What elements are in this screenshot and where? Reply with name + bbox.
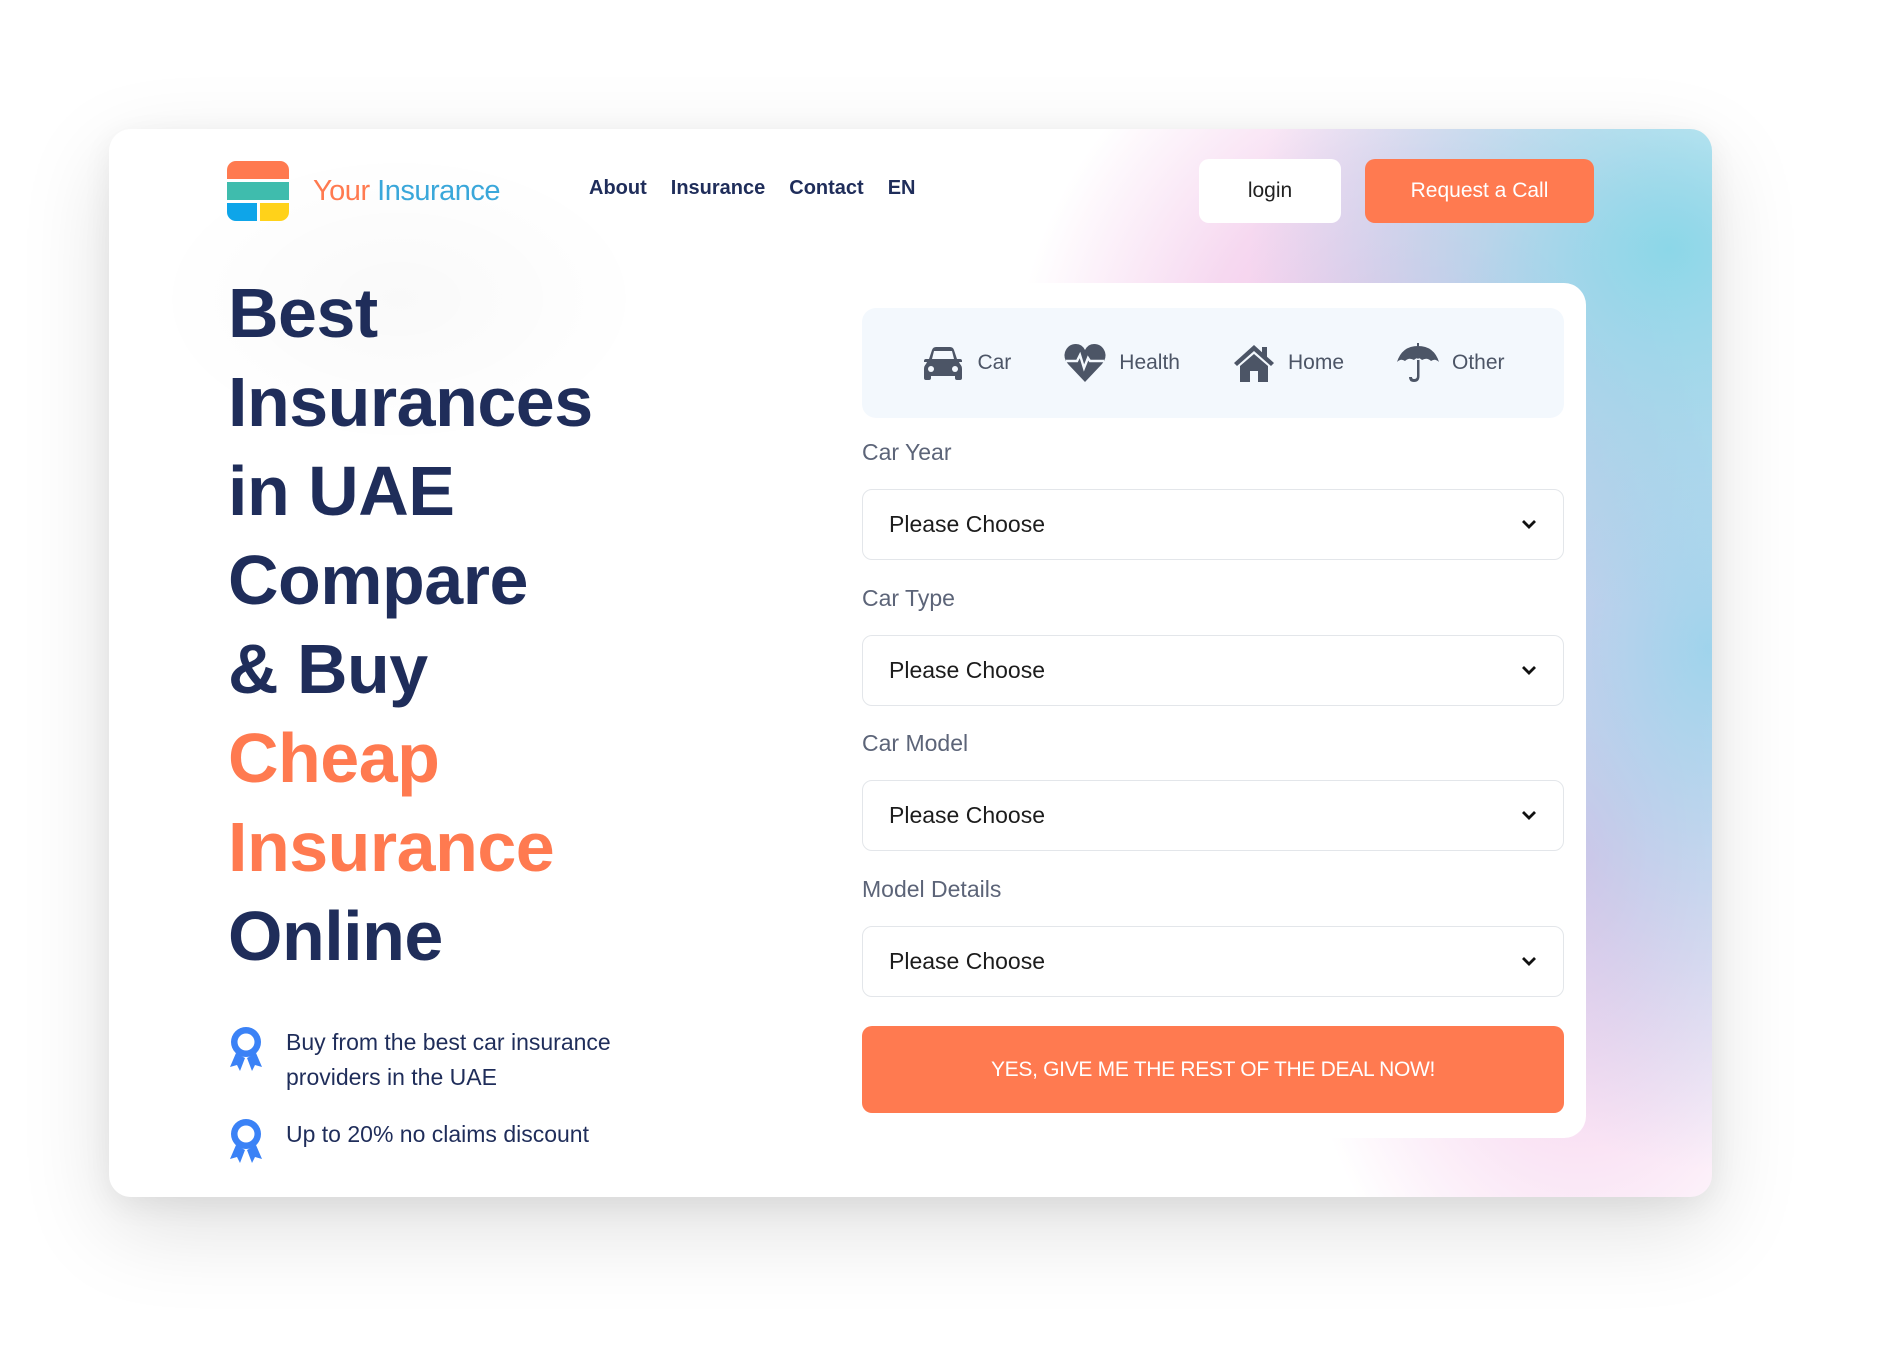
tab-other-label: Other [1452,351,1505,374]
award-ribbon-icon [230,1119,262,1163]
chevron-down-icon [1522,666,1536,675]
nav-insurance[interactable]: Insurance [671,177,765,200]
benefit-text: Buy from the best car insurance provider… [286,1029,611,1090]
car-year-field: Car Year Please Choose [862,439,1564,560]
car-type-label: Car Type [862,585,955,611]
tab-home[interactable]: Home [1232,342,1344,384]
login-button[interactable]: login [1199,159,1341,223]
chevron-down-icon [1522,520,1536,529]
nav-about[interactable]: About [589,177,647,200]
main-nav: About Insurance Contact EN [589,177,916,200]
hero-section: Best Insurances in UAE Compare & Buy Che… [228,269,668,981]
award-ribbon-icon [230,1027,262,1071]
car-model-label: Car Model [862,730,969,756]
hero-title-line: Compare [228,541,528,619]
quote-form-card: Car Health Home Other Car Year Please Ch… [838,283,1586,1138]
hero-title-accent-line: Insurance [228,808,555,886]
car-year-value: Please Choose [889,511,1045,537]
model-details-select[interactable]: Please Choose [862,926,1564,997]
benefit-text: Up to 20% no claims discount [286,1121,589,1147]
chevron-down-icon [1522,957,1536,966]
chevron-down-icon [1522,811,1536,820]
heartbeat-icon [1064,344,1106,382]
insurance-type-tabs: Car Health Home Other [862,308,1564,418]
get-deal-button[interactable]: YES, GIVE ME THE REST OF THE DEAL NOW! [862,1026,1564,1113]
hero-title-line: & Buy [228,630,428,708]
hero-title-line: Best [228,274,378,352]
car-type-field: Car Type Please Choose [862,585,1564,706]
car-type-value: Please Choose [889,657,1045,683]
tab-car-label: Car [977,351,1012,374]
tab-other[interactable]: Other [1396,342,1505,384]
model-details-value: Please Choose [889,948,1045,974]
brand-name-part1: Your [313,174,370,207]
model-details-field: Model Details Please Choose [862,876,1564,997]
car-model-select[interactable]: Please Choose [862,780,1564,851]
tab-car[interactable]: Car [921,342,1011,384]
tab-home-label: Home [1287,351,1345,374]
car-icon [924,347,963,380]
tab-health-label: Health [1119,351,1180,374]
benefits-list: Buy from the best car insurance provider… [228,1025,648,1187]
hero-title-line: in UAE [228,452,455,530]
car-year-select[interactable]: Please Choose [862,489,1564,560]
car-model-field: Car Model Please Choose [862,730,1564,851]
benefit-item: Buy from the best car insurance provider… [228,1025,648,1095]
benefit-item: Up to 20% no claims discount [228,1117,648,1165]
hero-title-accent-line: Cheap [228,719,440,797]
brand-logo[interactable]: Your Insurance [227,161,501,221]
car-year-label: Car Year [862,439,952,465]
model-details-label: Model Details [862,876,1002,902]
request-call-button[interactable]: Request a Call [1365,159,1594,223]
nav-language[interactable]: EN [888,177,916,200]
hero-title-line: Online [228,897,443,975]
home-icon [1233,345,1274,382]
tab-health[interactable]: Health [1063,342,1180,384]
brand-name: Your Insurance [313,174,501,208]
hero-title-line: Insurances [228,363,593,441]
car-type-select[interactable]: Please Choose [862,635,1564,706]
brand-name-part2: Insurance [377,174,501,207]
nav-contact[interactable]: Contact [789,177,863,200]
browser-window: Your Insurance About Insurance Contact E… [109,129,1712,1197]
logo-icon [227,161,289,221]
car-model-value: Please Choose [889,802,1045,828]
hero-title: Best Insurances in UAE Compare & Buy Che… [228,269,668,981]
umbrella-icon [1397,343,1440,382]
